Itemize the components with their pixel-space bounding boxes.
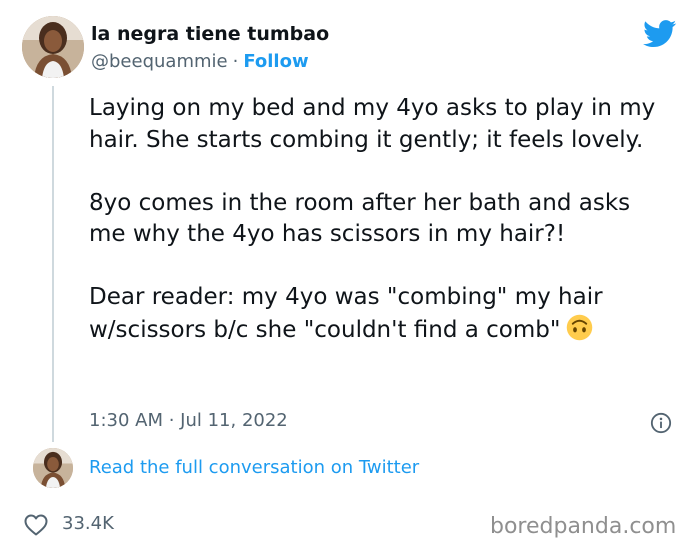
twitter-bird-icon[interactable] xyxy=(643,20,677,48)
author-avatar[interactable] xyxy=(22,16,84,78)
read-conversation-link[interactable]: Read the full conversation on Twitter xyxy=(89,457,419,478)
author-handle-row: @beequammie · Follow xyxy=(91,51,309,72)
tweet-paragraph-text: Laying on my bed and my 4yo asks to play… xyxy=(89,95,656,153)
tweet-timestamp[interactable]: 1:30 AM · Jul 11, 2022 xyxy=(89,410,288,431)
tweet-paragraph-text: 8yo comes in the room after her bath and… xyxy=(89,189,631,248)
tweet-paragraph: 8yo comes in the room after her bath and… xyxy=(89,188,689,251)
thread-line xyxy=(52,86,54,442)
author-avatar-small[interactable] xyxy=(33,448,73,488)
separator-dot: · xyxy=(232,51,239,72)
watermark: boredpanda.com xyxy=(490,514,677,539)
tweet-text: Laying on my bed and my 4yo asks to play… xyxy=(89,93,689,350)
author-handle[interactable]: @beequammie xyxy=(91,51,228,72)
like-count: 33.4K xyxy=(62,513,114,534)
upside-down-face-icon xyxy=(566,314,593,351)
info-icon[interactable] xyxy=(650,412,672,434)
tweet-paragraph-text: Dear reader: my 4yo was "combing" my hai… xyxy=(89,284,603,343)
follow-link[interactable]: Follow xyxy=(243,51,308,72)
tweet-card: la negra tiene tumbao @beequammie · Follow… xyxy=(0,0,700,553)
author-display-name[interactable]: la negra tiene tumbao xyxy=(91,23,329,45)
heart-icon[interactable] xyxy=(24,514,48,536)
tweet-paragraph: Dear reader: my 4yo was "combing" my hai… xyxy=(89,282,689,350)
tweet-paragraph: Laying on my bed and my 4yo asks to play… xyxy=(89,93,689,156)
